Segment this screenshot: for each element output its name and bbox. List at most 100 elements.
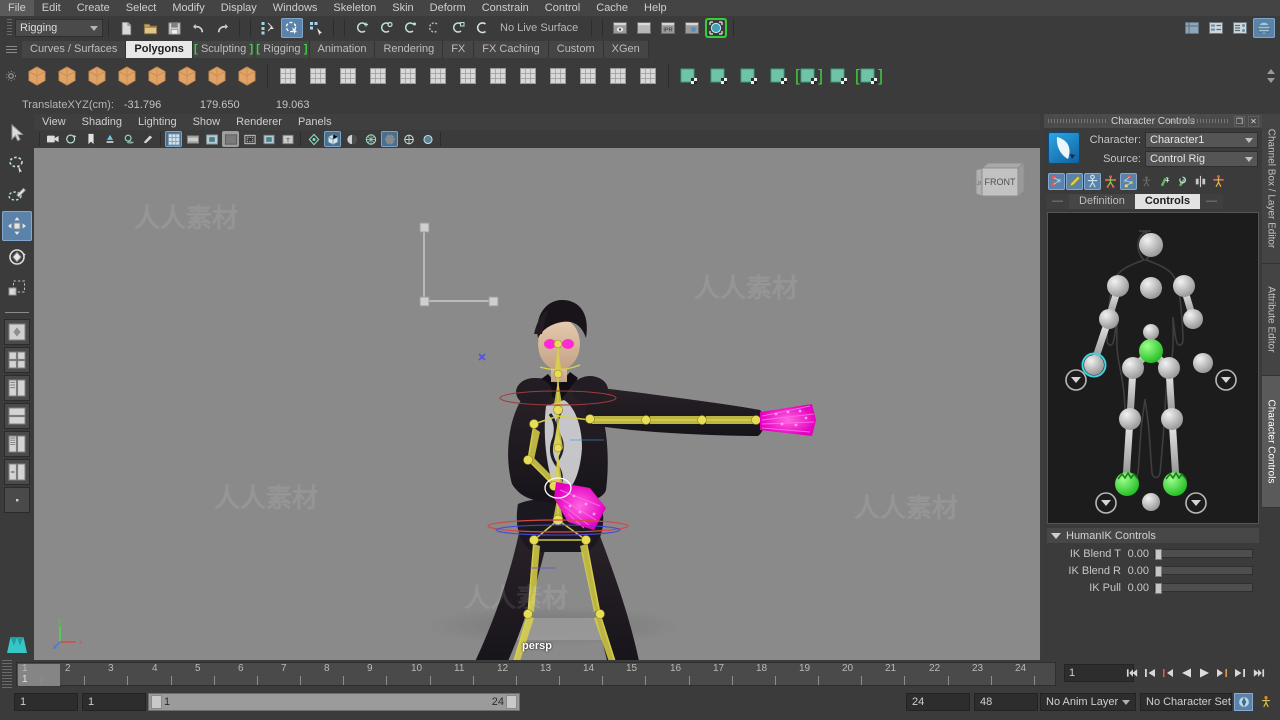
auxiliary-effector-icon[interactable] [1138,173,1155,190]
chevron-up-icon[interactable] [1267,69,1275,74]
menu-control[interactable]: Control [537,0,588,16]
paint-select-tool[interactable] [2,180,32,210]
new-scene-icon[interactable] [115,18,137,38]
shadows-icon[interactable] [120,131,137,147]
shadow-toggle-icon[interactable] [343,131,360,147]
mirror-pose-icon[interactable] [1192,173,1209,190]
show-hide-editor-icon[interactable] [609,18,631,38]
bookmark-icon[interactable] [63,131,80,147]
smooth-shade-icon[interactable] [260,131,277,147]
ik-effector-icon[interactable] [1120,173,1137,190]
single-perspective-layout[interactable] [4,319,30,345]
four-view-layout[interactable] [4,347,30,373]
uv-automatic-icon[interactable] [765,61,793,91]
hik-tab-more[interactable]: — [1046,193,1069,209]
viewport-menu-renderer[interactable]: Renderer [228,114,290,130]
time-slider-track[interactable]: 1 1 2 3 4 5 6 7 8 9 10 11 12 13 14 15 16 17 18 19 20 21 22 23 2… [16,662,1056,686]
viewport-menu-show[interactable]: Show [185,114,229,130]
select-by-component-icon[interactable] [305,18,327,38]
shelf-options-gear-icon[interactable] [0,58,22,94]
dock-tab-character-controls[interactable]: Character Controls [1262,376,1280,508]
two-sided-lighting-icon[interactable] [101,131,118,147]
select-by-object-icon[interactable] [281,18,303,38]
viewport-menu-shading[interactable]: Shading [74,114,130,130]
translate-x-value[interactable]: -31.796 [124,99,190,111]
step-back-frame-icon[interactable] [1160,664,1176,682]
step-forward-keyframe-icon[interactable] [1232,664,1248,682]
reset-pose-icon[interactable] [1210,173,1227,190]
hik-tab-controls[interactable]: Controls [1134,193,1201,209]
skeleton-definition-icon[interactable] [1048,173,1065,190]
play-forwards-icon[interactable] [1196,664,1212,682]
multi-cut-icon[interactable] [424,61,452,91]
menu-skeleton[interactable]: Skeleton [325,0,384,16]
pin-rotate-icon[interactable] [1174,173,1191,190]
poly-torus-icon[interactable] [173,61,201,91]
image-plane-icon[interactable] [82,131,99,147]
menu-select[interactable]: Select [118,0,165,16]
use-all-lights-icon[interactable] [324,131,341,147]
smooth-icon[interactable] [394,61,422,91]
poly-sphere-icon[interactable] [23,61,51,91]
range-end-field[interactable]: 24 [906,693,970,711]
boolean-union-icon[interactable] [274,61,302,91]
chevron-down-icon[interactable] [1267,78,1275,83]
uv-planar-icon[interactable] [675,61,703,91]
viewport-menu-lighting[interactable]: Lighting [130,114,185,130]
textured-icon[interactable]: T [279,131,296,147]
select-camera-icon[interactable] [44,131,61,147]
open-scene-icon[interactable] [139,18,161,38]
play-backwards-icon[interactable] [1178,664,1194,682]
shelf-tab-rigging[interactable]: Rigging [255,41,310,58]
shelf-tab-curves-surfaces[interactable]: Curves / Surfaces [22,41,127,58]
poly-cube-icon[interactable] [53,61,81,91]
snap-to-view-plane-icon[interactable] [447,18,469,38]
three-pane-layout[interactable] [4,431,30,457]
menu-create[interactable]: Create [69,0,118,16]
poly-cylinder-icon[interactable] [83,61,111,91]
range-bar[interactable]: 1 24 [148,693,520,711]
slider-knob[interactable] [1155,566,1162,577]
poly-pipe-icon[interactable] [233,61,261,91]
grid-icon[interactable] [165,131,182,147]
slider-value[interactable]: 0.00 [1121,565,1149,577]
uv-cylindrical-icon[interactable] [705,61,733,91]
poly-plane-icon[interactable] [143,61,171,91]
slider-knob[interactable] [1155,583,1162,594]
film-gate-icon[interactable] [184,131,201,147]
uv-unfold-icon[interactable] [795,61,823,91]
slider-track[interactable] [1154,583,1253,594]
dock-tab-attribute-editor[interactable]: Attribute Editor [1262,264,1280,376]
outliner-toggle-icon[interactable] [1253,18,1275,38]
dock-tab-channel-box-layer-editor[interactable]: Channel Box / Layer Editor [1262,114,1280,264]
motion-blur-icon[interactable] [381,131,398,147]
menu-skin[interactable]: Skin [384,0,421,16]
status-line-grip[interactable] [7,19,12,37]
snap-to-grid-icon[interactable] [351,18,373,38]
uv-layout-icon[interactable] [825,61,853,91]
shelf-tab-fx-caching[interactable]: FX Caching [474,41,549,58]
shelf-tab-custom[interactable]: Custom [548,41,604,58]
move-tool[interactable] [2,211,32,241]
shelf-scroll-arrows[interactable] [1265,58,1277,94]
quad-draw-icon[interactable] [634,61,662,91]
scale-tool[interactable] [2,273,32,303]
character-set-selector[interactable]: No Character Set [1140,693,1232,711]
close-icon[interactable]: ✕ [1248,116,1259,127]
menu-set-selector[interactable]: Rigging [15,19,103,37]
make-live-icon[interactable] [471,18,493,38]
snap-to-point-icon[interactable] [399,18,421,38]
ipr-render-icon[interactable]: IPR [657,18,679,38]
render-view-icon[interactable] [633,18,655,38]
menu-constrain[interactable]: Constrain [474,0,537,16]
menu-edit[interactable]: Edit [34,0,69,16]
fill-hole-icon[interactable] [574,61,602,91]
attribute-editor-toggle-icon[interactable] [1205,18,1227,38]
outliner-persp-layout[interactable] [4,459,30,485]
poly-cone-icon[interactable] [113,61,141,91]
xray-icon[interactable] [419,131,436,147]
ao-icon[interactable] [139,131,156,147]
auto-keyframe-icon[interactable] [1234,693,1253,711]
step-back-keyframe-icon[interactable] [1142,664,1158,682]
tool-settings-toggle-icon[interactable] [1229,18,1251,38]
